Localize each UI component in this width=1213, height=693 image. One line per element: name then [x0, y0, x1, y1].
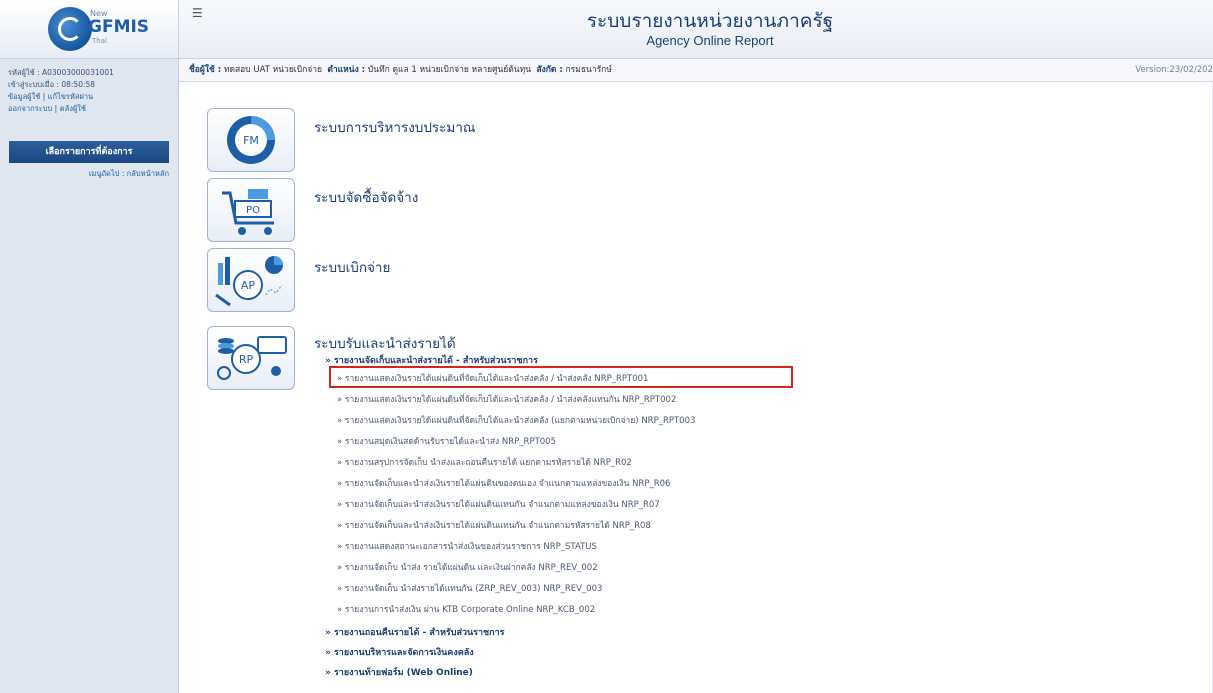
department-label: สังกัด : [536, 65, 563, 75]
sidebar-links: ข้อมูลผู้ใช้ | แก้ไขรหัสผ่าน ออกจากระบบ … [8, 92, 94, 113]
change-password-link[interactable]: แก้ไขรหัสผ่าน [48, 92, 94, 101]
rp-group-treasury[interactable]: » รายงานบริหารและจัดการเงินคงคลัง [325, 645, 474, 659]
version-text: Version:23/02/202 [1135, 65, 1213, 75]
logo-ring-icon [58, 17, 82, 41]
sidebar-user-info: รหัสผู้ใช้ : A03003000031001 เข้าสู่ระบบ… [8, 67, 173, 91]
department-value: กรมธนารักษ์ [565, 65, 612, 75]
user-profile-link[interactable]: ข้อมูลผู้ใช้ [8, 92, 40, 101]
report-link-kcb002[interactable]: » รายงานการนำส่งเงิน ผ่าน KTB Corporate … [337, 602, 595, 616]
user-info-bar: ชื่อผู้ใช้ : ทดสอบ UAT หน่วยเบิกจ่าย ตำแ… [179, 59, 1213, 82]
coins-icon: RP [217, 336, 287, 380]
ap-system-title[interactable]: ระบบเบิกจ่าย [314, 256, 390, 278]
po-icon-label: PO [246, 205, 260, 216]
report-link-r07[interactable]: » รายงานจัดเก็บและนำส่งเงินรายได้แผ่นดิน… [337, 497, 660, 511]
login-time: เข้าสู่ระบบเมื่อ : 08:50:58 [8, 80, 96, 89]
report-link-status[interactable]: » รายงานแสดงสถานะเอกสารนำส่งเงินของส่วนร… [337, 539, 597, 553]
report-link-r06[interactable]: » รายงานจัดเก็บและนำส่งเงินรายได้แผ่นดิน… [337, 476, 670, 490]
po-system-title[interactable]: ระบบจัดซื้อจัดจ้าง [314, 186, 418, 208]
report-link-rpt001[interactable]: » รายงานแสดงเงินรายได้แผ่นดินที่จัดเก็บไ… [337, 371, 648, 385]
menu-toggle-icon[interactable]: ☰ [192, 6, 203, 20]
rp-group-refund[interactable]: » รายงานถอนคืนรายได้ - สำหรับส่วนราชการ [325, 625, 504, 639]
position-label: ตำแหน่ง : [327, 65, 366, 75]
rp-system-title[interactable]: ระบบรับและนำส่งรายได้ [314, 332, 456, 354]
user-id: รหัสผู้ใช้ : A03003000031001 [8, 68, 114, 77]
report-link-r02[interactable]: » รายงานสรุปการจัดเก็บ นำส่งและถอนคืนราย… [337, 455, 632, 469]
shopping-cart-icon: PO [222, 189, 274, 235]
back-to-home-link[interactable]: เมนูถัดไป : กลับหน้าหลัก [9, 168, 169, 180]
report-link-rev003[interactable]: » รายงานจัดเก็บ นำส่งรายได้แทนกัน (ZRP_R… [337, 581, 602, 595]
user-manual-link[interactable]: คลังผู้ใช้ [60, 104, 86, 113]
logout-link[interactable]: ออกจากระบบ [8, 104, 52, 113]
rp-group-revenue-collection[interactable]: » รายงานจัดเก็บและนำส่งรายได้ - สำหรับส่… [325, 353, 538, 367]
rp-system-icon[interactable]: RP [207, 326, 295, 390]
fm-system-title[interactable]: ระบบการบริหารงบประมาณ [314, 116, 475, 138]
fm-icon-label: FM [243, 134, 259, 147]
report-link-rev002[interactable]: » รายงานจัดเก็บ นำส่ง รายได้แผ่นดิน และเ… [337, 560, 598, 574]
sidebar: รหัสผู้ใช้ : A03003000031001 เข้าสู่ระบบ… [0, 59, 179, 693]
report-link-rpt002[interactable]: » รายงานแสดงเงินรายได้แผ่นดินที่จัดเก็บไ… [337, 392, 676, 406]
fm-system-icon[interactable]: FM [207, 108, 295, 172]
rp-group-web-online[interactable]: » รายงานท้ายฟอร์ม (Web Online) [325, 665, 473, 679]
fm-chart-icon: FM [227, 116, 275, 164]
app-header: New GFMIS Thai ☰ ระบบรายงานหน่วยงานภาครั… [0, 0, 1213, 59]
logo-text: GFMIS [88, 17, 150, 37]
position-value: บันทึก ดูแล 1 หน่วยเบิกจ่าย หลายศูนย์ต้น… [367, 65, 532, 75]
gfmis-logo[interactable]: New GFMIS Thai [0, 0, 179, 58]
user-label: ชื่อผู้ใช้ : [189, 65, 222, 75]
main-content: FM ระบบการบริหารงบประมาณ PO ระบบจัดซื้อจ… [179, 82, 1213, 693]
page-subtitle: Agency Online Report [646, 33, 774, 48]
ap-system-icon[interactable]: AP [207, 248, 295, 312]
page-title: ระบบรายงานหน่วยงานภาครัฐ [586, 10, 834, 32]
report-link-r08[interactable]: » รายงานจัดเก็บและนำส่งเงินรายได้แผ่นดิน… [337, 518, 651, 532]
select-item-button[interactable]: เลือกรายการที่ต้องการ [9, 141, 169, 163]
ap-icon-label: AP [241, 279, 256, 292]
report-link-rpt003[interactable]: » รายงานแสดงเงินรายได้แผ่นดินที่จัดเก็บไ… [337, 413, 695, 427]
ap-chart-icon: AP [215, 256, 283, 307]
po-system-icon[interactable]: PO [207, 178, 295, 242]
rp-icon-label: RP [239, 353, 254, 366]
user-value: ทดสอบ UAT หน่วยเบิกจ่าย [223, 65, 322, 75]
report-link-rpt005[interactable]: » รายงานสมุดเงินสดด้านรับรายได้และนำส่ง … [337, 434, 556, 448]
logo-sub-text: Thai [92, 37, 107, 45]
